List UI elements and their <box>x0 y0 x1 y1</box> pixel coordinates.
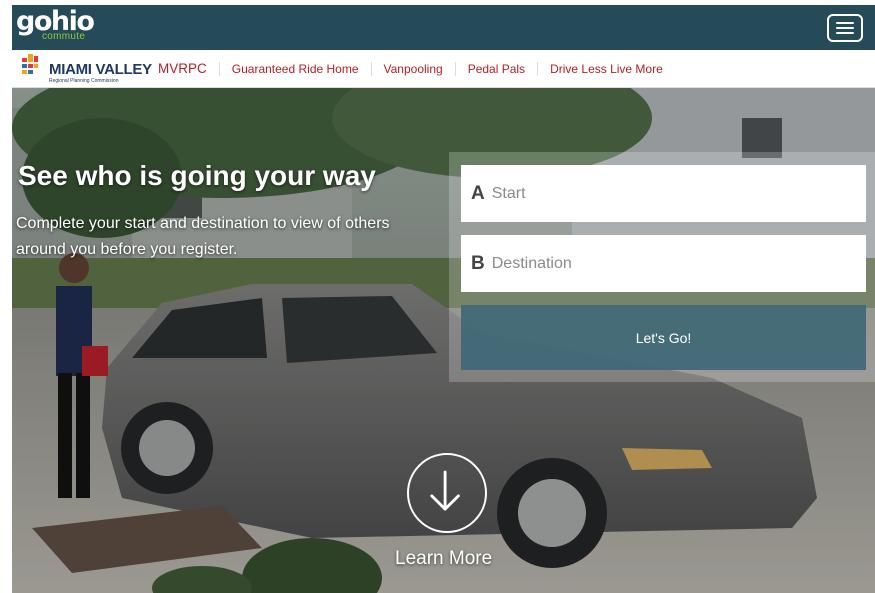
nav-link-guaranteed-ride-home[interactable]: Guaranteed Ride Home <box>218 62 371 76</box>
hero-subline: Complete your start and destination to v… <box>16 215 390 258</box>
nav-link-mvrpc[interactable]: MVRPC <box>158 62 219 76</box>
destination-input[interactable] <box>491 254 842 273</box>
gohio-commute-logo[interactable]: gohio commute <box>16 8 95 43</box>
hamburger-menu-button[interactable] <box>827 14 863 42</box>
hero-section: See who is going your way Complete your … <box>12 88 875 593</box>
top-header-bar: gohio commute <box>12 5 875 50</box>
hamburger-menu-icon <box>836 22 854 24</box>
learn-more-link[interactable]: Learn More <box>395 548 492 570</box>
nav-link-pedal-pals[interactable]: Pedal Pals <box>454 62 537 76</box>
miami-valley-logo-icon <box>22 54 38 74</box>
nav-link-vanpooling[interactable]: Vanpooling <box>370 62 455 76</box>
lets-go-button[interactable]: Let's Go! <box>461 305 866 370</box>
start-input[interactable] <box>491 184 842 203</box>
hero-headline: See who is going your way <box>18 160 376 191</box>
nav-link-drive-less-live-more[interactable]: Drive Less Live More <box>537 62 675 76</box>
start-field[interactable]: A <box>461 165 866 222</box>
miami-valley-logo-text[interactable]: MIAMI VALLEY <box>49 62 152 78</box>
partner-nav-bar: MIAMI VALLEY Regional Planning Commissio… <box>12 50 875 88</box>
trip-search-form: A B Let's Go! <box>449 152 875 382</box>
destination-field-letter: B <box>471 252 485 274</box>
arrow-down-circle-icon[interactable] <box>407 453 487 533</box>
destination-field[interactable]: B <box>461 235 866 292</box>
partner-links: MVRPC Guaranteed Ride Home Vanpooling Pe… <box>158 50 675 88</box>
start-field-letter: A <box>471 182 485 204</box>
logo-subtext: commute <box>42 31 86 42</box>
miami-valley-logo-subtext: Regional Planning Commission <box>49 78 119 84</box>
